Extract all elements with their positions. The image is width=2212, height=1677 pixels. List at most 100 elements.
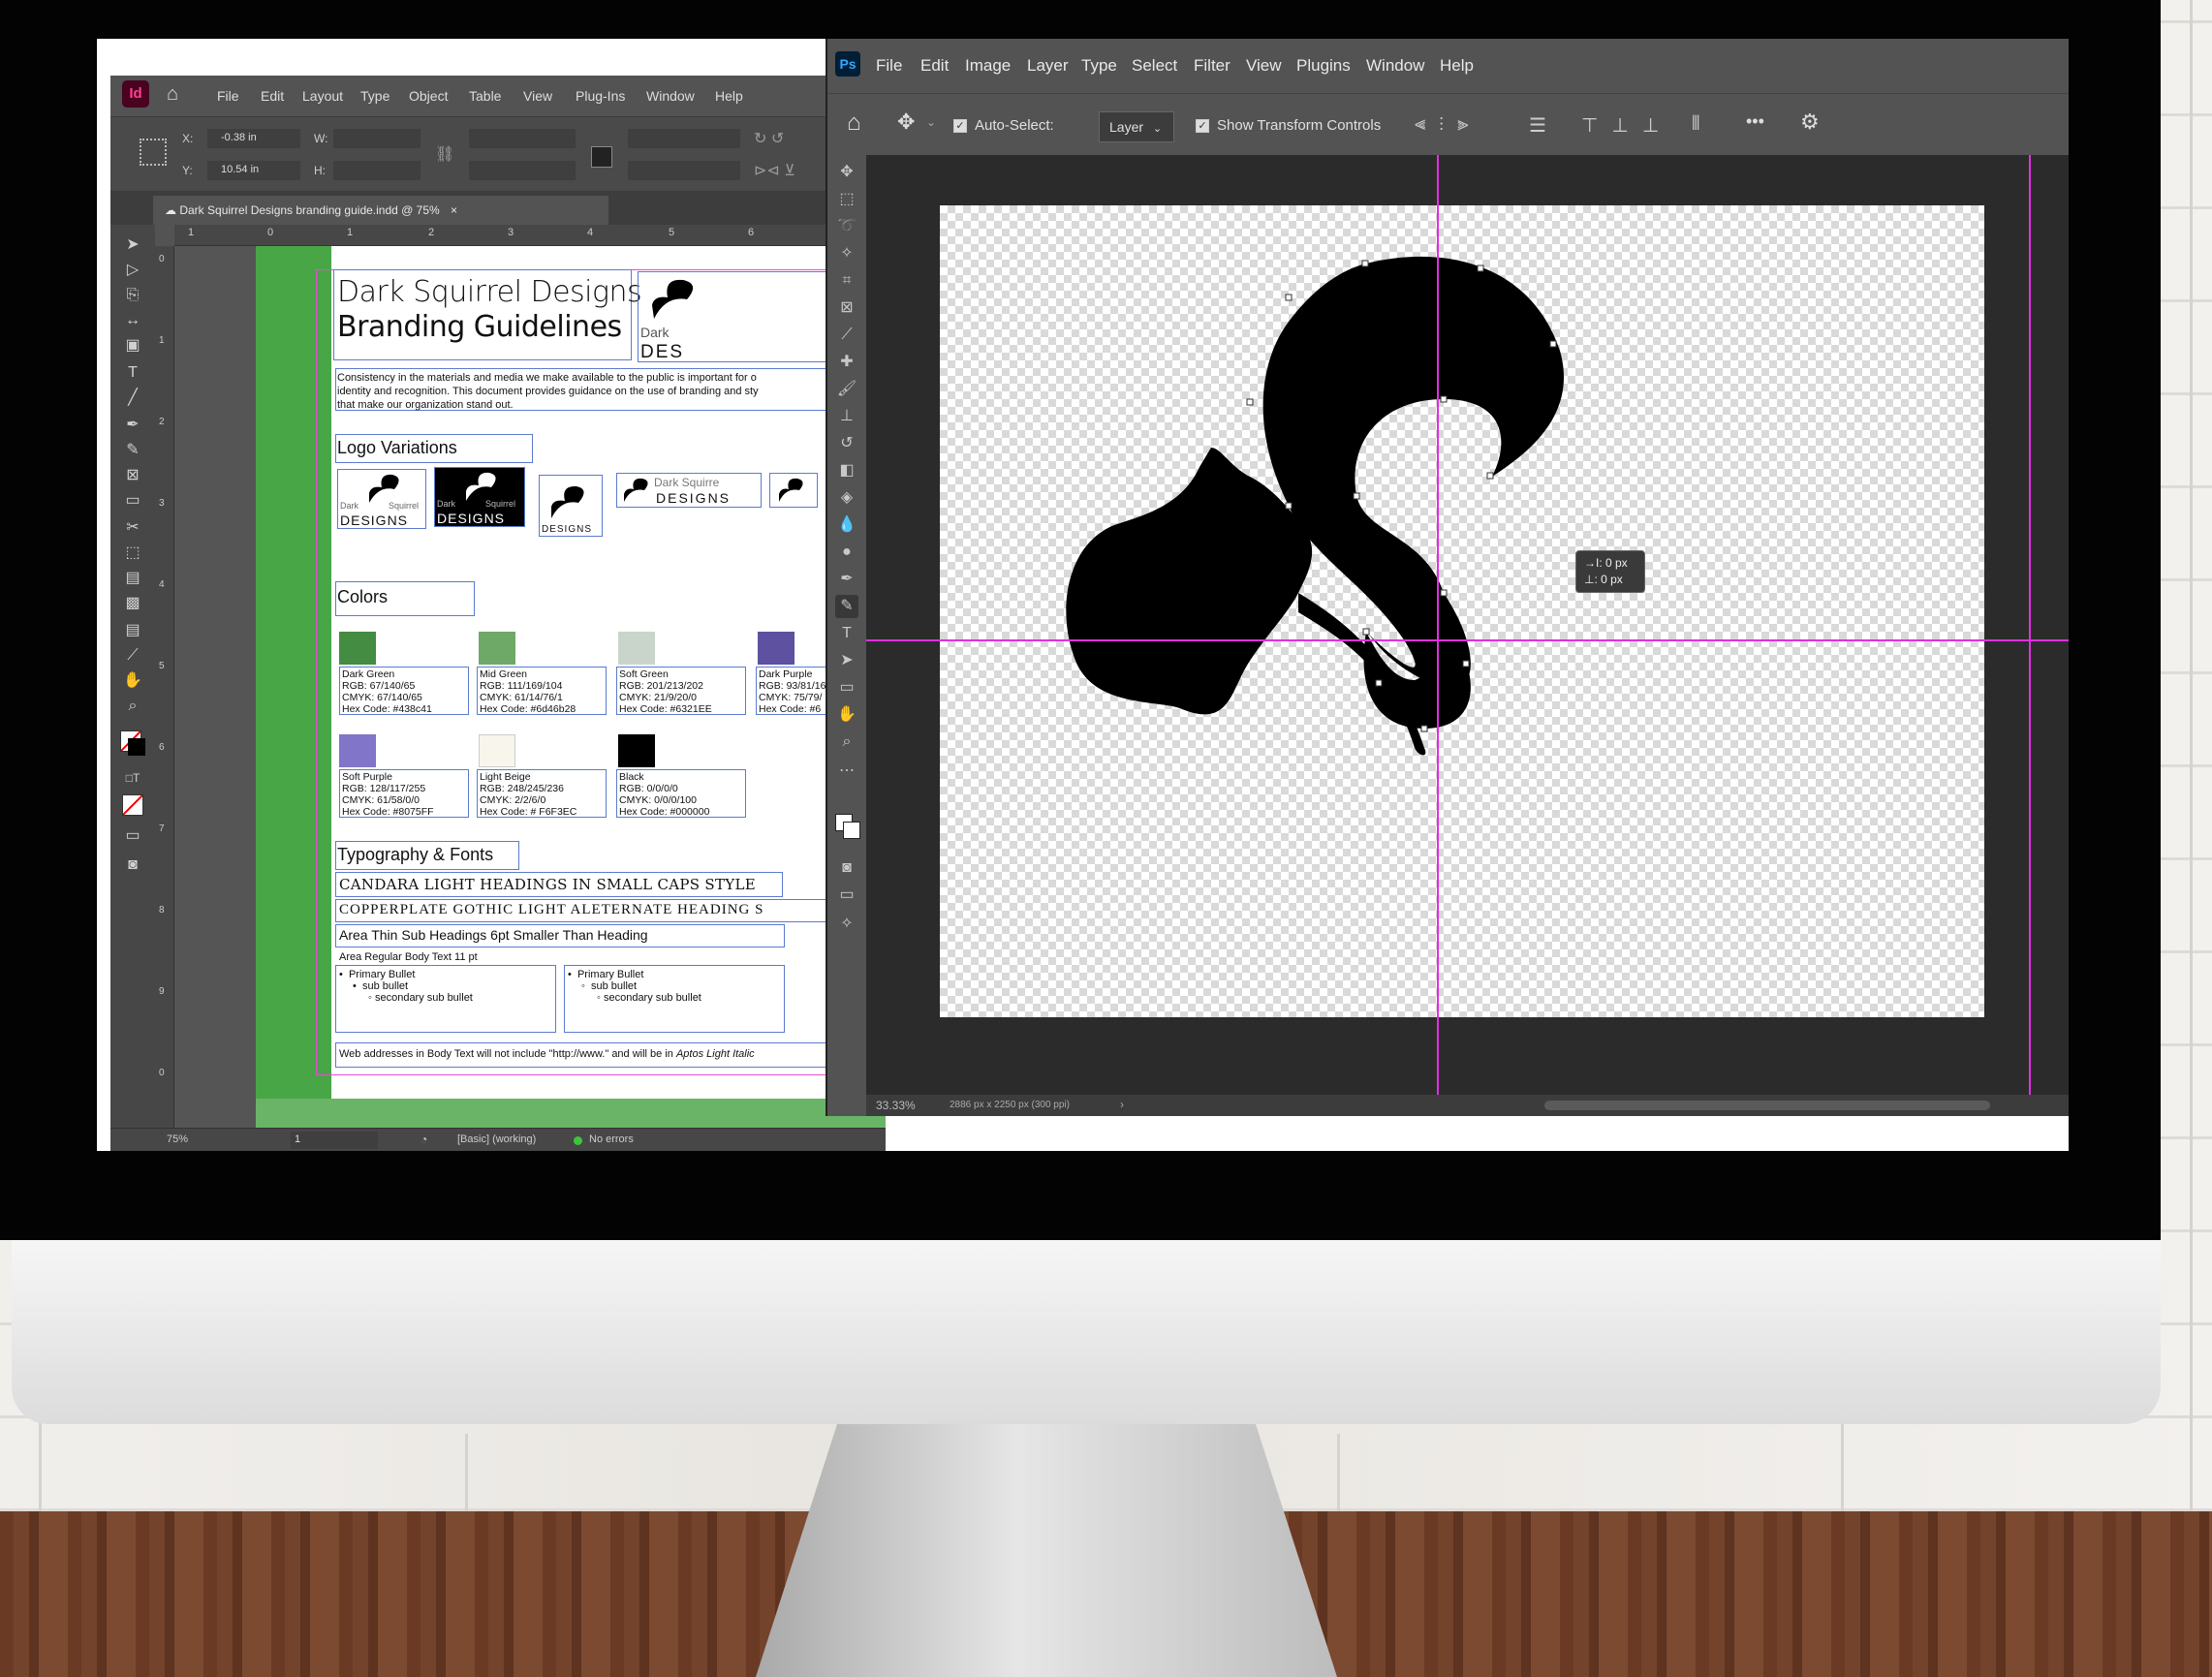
generative-fill-icon[interactable]: ✧	[835, 913, 858, 936]
constrain-link-icon[interactable]: ⛓	[435, 144, 454, 164]
page-number-field[interactable]: 1	[291, 1132, 378, 1149]
horizontal-scrollbar[interactable]	[1544, 1101, 1990, 1110]
auto-select-checkbox[interactable]: ✓	[953, 119, 967, 133]
shear-field[interactable]	[628, 161, 740, 180]
dodge-tool-icon[interactable]: ●	[835, 541, 858, 564]
photoshop-document-canvas[interactable]	[940, 205, 1984, 1017]
menu-file[interactable]: File	[217, 88, 239, 104]
edit-toolbar-icon[interactable]: ⋯	[835, 760, 858, 783]
anchor-point[interactable]	[1440, 395, 1448, 403]
swatch-soft-purple[interactable]	[339, 734, 376, 767]
menu-type[interactable]: Type	[360, 88, 389, 104]
ps-menu-type[interactable]: Type	[1081, 56, 1117, 76]
auto-select-dropdown[interactable]: Layer ⌄	[1099, 111, 1174, 142]
preflight-profile[interactable]: [Basic] (working)	[457, 1134, 536, 1145]
type-tool-icon[interactable]: T	[122, 362, 143, 384]
hand-tool-icon[interactable]: ✋	[122, 670, 143, 692]
flip-icon[interactable]: ⊳⊲ ⊻	[754, 161, 795, 180]
scissors-tool-icon[interactable]: ✂	[122, 517, 143, 539]
logo-variant-light[interactable]: Dark Squirrel DESIGNS	[337, 469, 426, 529]
menu-view[interactable]: View	[523, 88, 552, 104]
eyedropper-tool-icon[interactable]: ⟋	[122, 645, 143, 667]
menu-object[interactable]: Object	[409, 88, 448, 104]
align-vertical-icons-group[interactable]: ⊤⊥⊥	[1581, 113, 1672, 138]
reference-point-icon[interactable]	[140, 139, 167, 166]
background-color-swatch[interactable]	[843, 822, 860, 839]
free-transform-tool-icon[interactable]: ⬚	[122, 543, 143, 564]
anchor-point[interactable]	[1486, 472, 1494, 480]
move-tool-icon[interactable]: ✥	[835, 161, 858, 184]
zoom-tool-icon[interactable]: ⌕	[835, 730, 858, 754]
gap-tool-icon[interactable]: ↔	[122, 310, 143, 331]
anchor-point[interactable]	[1477, 264, 1484, 272]
ps-home-icon[interactable]: ⌂	[847, 109, 861, 137]
screen-mode-icon[interactable]: ▭	[835, 884, 858, 907]
pen-tool-icon[interactable]: ✒	[835, 568, 858, 591]
logo-variant-wide[interactable]: Dark Squirre DESIGNS	[616, 473, 762, 508]
rotate-field[interactable]	[628, 129, 740, 148]
rectangle-frame-tool-icon[interactable]: ⊠	[122, 465, 143, 486]
eyedropper-tool-icon[interactable]: ⟋	[835, 324, 858, 347]
blur-tool-icon[interactable]: 💧	[835, 513, 858, 537]
vertical-guide[interactable]	[1437, 155, 1439, 1116]
clone-stamp-icon[interactable]: ⊥	[835, 405, 858, 428]
logo-variant-stacked[interactable]: DESIGNS	[539, 475, 603, 537]
history-brush-icon[interactable]: ↺	[835, 432, 858, 455]
anchor-point[interactable]	[1440, 589, 1448, 597]
apply-none-icon[interactable]	[122, 794, 143, 816]
pen-tool-icon[interactable]: ✒	[122, 415, 143, 436]
ps-menu-view[interactable]: View	[1246, 56, 1282, 76]
swatch-light-beige[interactable]	[479, 734, 515, 767]
ps-menu-edit[interactable]: Edit	[920, 56, 949, 76]
align-icons-group[interactable]: ⫷⫶⫸	[1415, 113, 1482, 136]
anchor-point[interactable]	[1420, 725, 1428, 732]
transform-controls-checkbox[interactable]: ✓	[1196, 119, 1209, 133]
vertical-guide-right[interactable]	[2029, 155, 2031, 1116]
rectangle-tool-icon[interactable]: ▭	[122, 490, 143, 512]
anchor-point[interactable]	[1549, 340, 1557, 348]
ps-menu-layer[interactable]: Layer	[1027, 56, 1069, 76]
ps-menu-window[interactable]: Window	[1366, 56, 1424, 76]
ps-menu-help[interactable]: Help	[1440, 56, 1474, 76]
zoom-level[interactable]: 75%	[167, 1134, 188, 1145]
quick-selection-tool-icon[interactable]: ✧	[835, 242, 858, 265]
eraser-tool-icon[interactable]: ◧	[835, 459, 858, 482]
direct-selection-tool-icon[interactable]: ▷	[122, 260, 143, 281]
h-field[interactable]	[333, 161, 421, 180]
gradient-tool-icon[interactable]: ▤	[122, 568, 143, 589]
w-field[interactable]	[333, 129, 421, 148]
formatting-container-icon[interactable]: □T	[122, 767, 143, 789]
constrain-proportions-icon[interactable]	[591, 146, 612, 168]
crop-tool-icon[interactable]: ⌗	[835, 269, 858, 293]
anchor-point[interactable]	[1285, 294, 1293, 301]
ps-menu-file[interactable]: File	[876, 56, 902, 76]
path-selection-icon[interactable]: ➤	[835, 649, 858, 672]
line-tool-icon[interactable]: ╱	[122, 388, 143, 409]
swatch-dark-purple[interactable]	[758, 632, 794, 665]
anchor-point[interactable]	[1353, 492, 1360, 500]
ps-menu-plugins[interactable]: Plugins	[1296, 56, 1351, 76]
swatch-dark-green[interactable]	[339, 632, 376, 665]
scale-y-field[interactable]	[469, 161, 576, 180]
more-options-icon[interactable]: •••	[1746, 111, 1764, 132]
marquee-tool-icon[interactable]: ⬚	[835, 188, 858, 211]
zoom-tool-icon[interactable]: ⌕	[122, 696, 143, 717]
hand-tool-icon[interactable]: ✋	[835, 703, 858, 727]
menu-window[interactable]: Window	[646, 88, 695, 104]
pencil-tool-icon[interactable]: ✎	[122, 440, 143, 461]
anchor-point[interactable]	[1246, 398, 1254, 406]
menu-table[interactable]: Table	[469, 88, 501, 104]
ps-menu-select[interactable]: Select	[1132, 56, 1177, 76]
horizontal-guide[interactable]	[866, 639, 2069, 641]
swatch-mid-green[interactable]	[479, 632, 515, 665]
y-field[interactable]: 10.54 in	[207, 161, 300, 180]
x-field[interactable]: -0.38 in	[207, 129, 300, 148]
type-tool-icon[interactable]: T	[835, 622, 858, 645]
swatch-black[interactable]	[618, 734, 655, 767]
frame-tool-icon[interactable]: ⊠	[835, 296, 858, 320]
chevron-right-icon[interactable]: ›	[1120, 1098, 1124, 1111]
ps-zoom-level[interactable]: 33.33%	[876, 1099, 916, 1112]
rectangle-tool-icon[interactable]: ▭	[835, 676, 858, 699]
chevron-down-icon[interactable]: ⌄	[926, 115, 936, 129]
document-tab[interactable]: ☁ Dark Squirrel Designs branding guide.i…	[153, 196, 608, 225]
